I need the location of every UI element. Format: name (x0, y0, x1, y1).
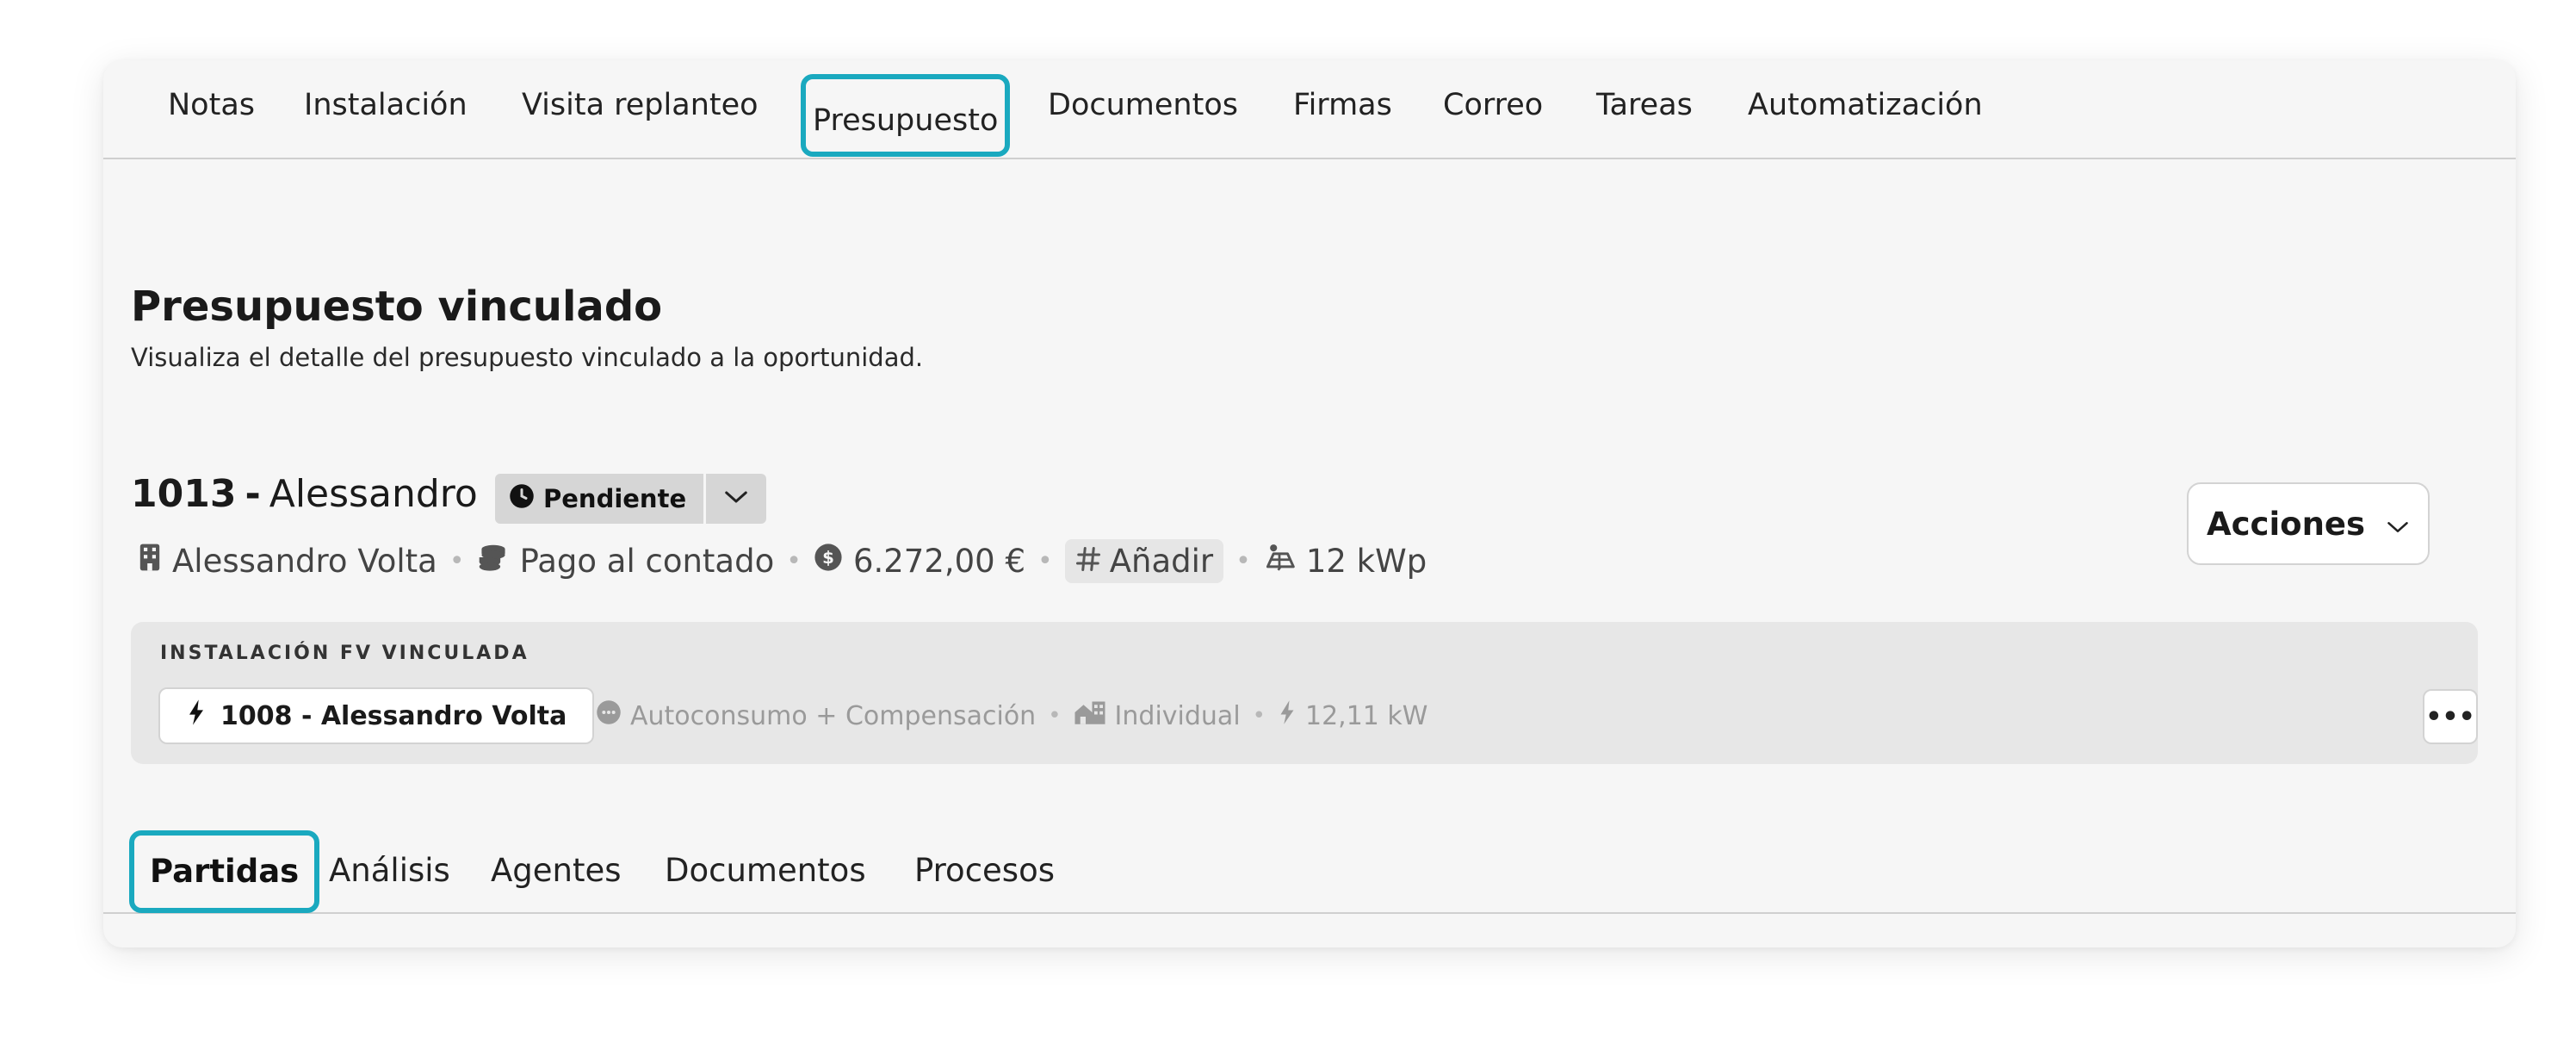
linked-installation-label: INSTALACIÓN FV VINCULADA (160, 643, 529, 664)
opportunity-card: Notas Instalación Visita replanteo Presu… (103, 60, 2516, 947)
more-options-button[interactable]: ••• (2423, 689, 2478, 744)
linked-installation-meta: Autoconsumo + Compensación • Individual … (596, 687, 1427, 744)
bolt-icon (186, 699, 207, 733)
add-tag-button[interactable]: Añadir (1064, 538, 1224, 583)
hash-icon (1075, 543, 1101, 580)
ellipsis-icon: ••• (2425, 701, 2475, 732)
tab-firmas[interactable]: Firmas (1293, 83, 1392, 127)
add-tag-label: Añadir (1109, 542, 1214, 580)
house-building-icon (1074, 699, 1106, 732)
chat-bubble-icon (596, 699, 622, 732)
separator-dot: • (1235, 545, 1251, 576)
tab-documentos-presupuesto[interactable]: Documentos (665, 847, 866, 895)
status-badge[interactable]: Pendiente (495, 474, 704, 524)
budget-power: 12 kWp (1305, 542, 1427, 580)
tab-procesos[interactable]: Procesos (914, 847, 1055, 895)
tab-tareas[interactable]: Tareas (1596, 83, 1693, 127)
linked-installation-name: 1008 - Alessandro Volta (220, 700, 567, 731)
tab-correo[interactable]: Correo (1443, 83, 1543, 127)
top-tab-bar: Notas Instalación Visita replanteo Presu… (103, 60, 2516, 159)
meta-power: 12 kWp (1263, 543, 1427, 580)
tab-partidas[interactable]: Partidas (129, 830, 320, 913)
tab-analisis[interactable]: Análisis (329, 847, 450, 895)
tab-presupuesto[interactable]: Presupuesto (801, 74, 1011, 157)
clock-icon (509, 483, 535, 515)
section-subtitle: Visualiza el detalle del presupuesto vin… (131, 343, 924, 372)
chevron-down-icon (2386, 506, 2410, 543)
meta-installation-power: 12,11 kW (1278, 699, 1427, 732)
actions-dropdown-button[interactable]: Acciones (2187, 482, 2430, 565)
meta-mode: Autoconsumo + Compensación (596, 699, 1036, 732)
installation-power: 12,11 kW (1305, 700, 1428, 731)
bolt-icon (1278, 699, 1297, 732)
actions-label: Acciones (2206, 505, 2366, 543)
budget-meta-row: Alessandro Volta • Pago al contado • $ 6… (138, 531, 1427, 591)
status-dropdown-button[interactable] (706, 474, 767, 524)
meta-client: Alessandro Volta (138, 543, 437, 580)
solar-panel-icon (1263, 543, 1296, 580)
building-icon (138, 543, 162, 580)
coins-icon (477, 543, 510, 580)
budget-dash: - (245, 472, 261, 516)
section-title: Presupuesto vinculado (131, 283, 663, 331)
budget-number: 1013 (131, 472, 237, 516)
budget-tab-bar: Partidas Análisis Agentes Documentos Pro… (103, 830, 2516, 914)
separator-dot: • (786, 545, 802, 576)
status-selector: Pendiente (495, 474, 767, 524)
tab-notas[interactable]: Notas (168, 83, 255, 127)
budget-name: Alessandro (269, 472, 478, 516)
budget-title: 1013- Alessandro (131, 472, 478, 516)
linked-installation-chip[interactable]: 1008 - Alessandro Volta (158, 687, 595, 744)
meta-type: Individual (1074, 699, 1241, 732)
budget-amount: 6.272,00 € (852, 542, 1026, 580)
dollar-coin-icon: $ (814, 543, 843, 580)
chevron-down-icon (723, 488, 749, 509)
client-name: Alessandro Volta (172, 542, 437, 580)
tab-agentes[interactable]: Agentes (491, 847, 622, 895)
svg-text:$: $ (822, 548, 834, 568)
separator-dot: • (1037, 545, 1053, 576)
meta-payment: Pago al contado (477, 542, 775, 580)
separator-dot: • (449, 545, 465, 576)
separator-dot: • (1252, 703, 1266, 729)
status-label: Pendiente (543, 484, 687, 513)
tab-automatizacion[interactable]: Automatización (1748, 83, 1983, 127)
linked-installation-panel: INSTALACIÓN FV VINCULADA 1008 - Alessand… (131, 622, 2478, 764)
installation-type: Individual (1114, 700, 1241, 731)
tab-instalacion[interactable]: Instalación (304, 83, 468, 127)
tab-documentos[interactable]: Documentos (1048, 83, 1238, 127)
meta-amount: $ 6.272,00 € (814, 543, 1025, 580)
separator-dot: • (1048, 703, 1062, 729)
tab-visita-replanteo[interactable]: Visita replanteo (522, 83, 759, 127)
installation-mode: Autoconsumo + Compensación (630, 700, 1037, 731)
payment-method: Pago al contado (519, 542, 775, 580)
